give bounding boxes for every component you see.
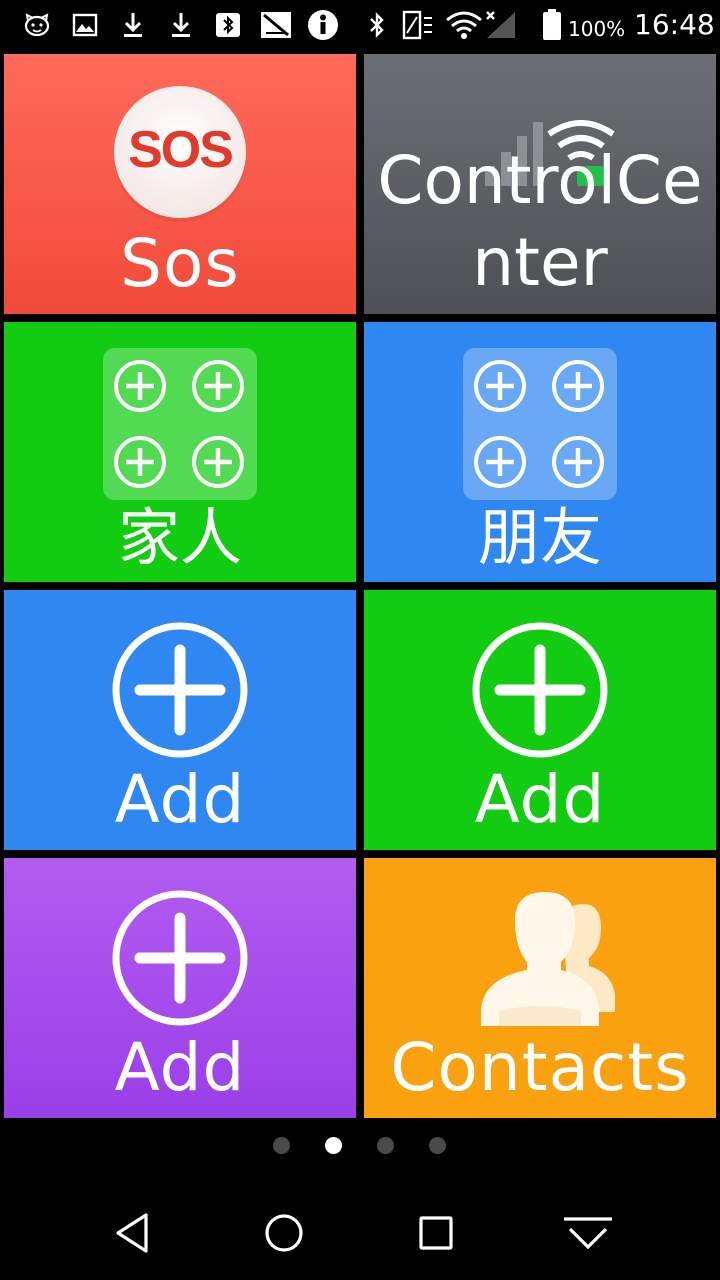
tile-label: Add xyxy=(114,1029,246,1106)
cat-face-icon xyxy=(22,9,52,41)
notification-pull-icon xyxy=(564,1217,612,1250)
plus-circle-icon xyxy=(552,360,604,412)
navigation-bar xyxy=(0,1182,720,1280)
clock: 16:48 xyxy=(634,8,715,41)
plus-circle-icon xyxy=(192,436,244,488)
bluetooth-icon xyxy=(364,9,390,41)
plus-circle-icon xyxy=(474,360,526,412)
sos-icon: SOS xyxy=(110,84,250,224)
tile-add[interactable]: Add xyxy=(4,590,356,850)
tile-label: 家人 xyxy=(117,501,242,574)
tile-control-center[interactable]: ControlCenter xyxy=(364,54,716,314)
plus-circle-icon xyxy=(474,436,526,488)
back-button[interactable] xyxy=(102,1208,162,1258)
tile-label: 朋友 xyxy=(477,501,602,574)
tile-friends[interactable]: 朋友 xyxy=(364,322,716,582)
vibrate-icon xyxy=(398,9,436,41)
signal-icon xyxy=(484,9,518,41)
info-icon xyxy=(306,9,340,41)
status-bar: 100% 16:48 xyxy=(0,0,720,50)
download-icon xyxy=(166,9,196,41)
wifi-icon xyxy=(444,9,484,41)
home-button[interactable] xyxy=(254,1208,314,1258)
contacts-icon xyxy=(465,886,615,1032)
bluetooth-off-icon xyxy=(213,9,243,41)
page-dot-active[interactable] xyxy=(325,1137,342,1154)
tile-sos[interactable]: SOS Sos xyxy=(4,54,356,314)
plus-circle-icon xyxy=(192,360,244,412)
plus-circle-icon xyxy=(552,436,604,488)
download-icon xyxy=(118,9,148,41)
add-contacts-grid-icon xyxy=(103,348,257,500)
plus-circle-icon xyxy=(110,888,250,1028)
tile-label: Add xyxy=(474,761,606,838)
tile-label: ControlCenter xyxy=(377,142,703,301)
tile-label: Add xyxy=(114,761,246,838)
back-icon xyxy=(116,1213,148,1253)
battery-icon xyxy=(540,9,564,41)
page-dot[interactable] xyxy=(377,1137,394,1154)
add-contacts-grid-icon xyxy=(463,348,617,500)
page-dot[interactable] xyxy=(429,1137,446,1154)
page-dot[interactable] xyxy=(273,1137,290,1154)
home-icon xyxy=(265,1214,303,1252)
plus-circle-icon xyxy=(470,620,610,760)
battery-percent: 100% xyxy=(568,17,626,41)
recents-icon xyxy=(419,1216,453,1250)
tile-label: Contacts xyxy=(390,1029,690,1106)
plus-circle-icon xyxy=(110,620,250,760)
page-indicator xyxy=(0,1134,720,1158)
tile-family[interactable]: 家人 xyxy=(4,322,356,582)
sos-icon-text: SOS xyxy=(128,121,234,179)
recents-button[interactable] xyxy=(406,1208,466,1258)
tile-add[interactable]: Add xyxy=(364,590,716,850)
notification-pull-button[interactable] xyxy=(558,1208,618,1258)
plus-circle-icon xyxy=(114,436,166,488)
image-icon xyxy=(70,9,100,41)
tile-label: Sos xyxy=(120,225,240,302)
no-signal-icon xyxy=(258,9,294,41)
plus-circle-icon xyxy=(114,360,166,412)
tile-add[interactable]: Add xyxy=(4,858,356,1118)
tile-contacts[interactable]: Contacts xyxy=(364,858,716,1118)
